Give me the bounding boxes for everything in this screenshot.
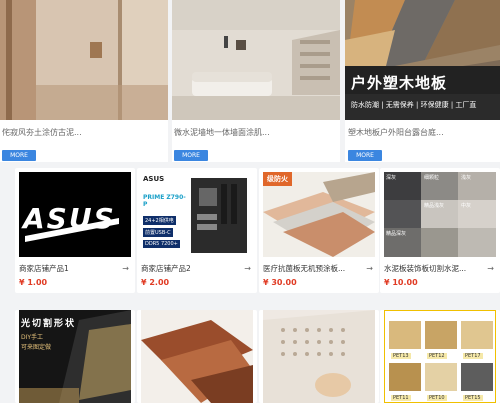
product-image[interactable] — [263, 310, 375, 403]
banner-subline: 可来图定做 — [21, 344, 52, 351]
product-price: ¥ 2.00 — [141, 278, 170, 287]
product-card-7[interactable] — [259, 310, 379, 403]
sample-label: PET10 — [427, 395, 447, 401]
sample-label: PET17 — [463, 353, 483, 359]
sample-label: PET15 — [463, 395, 483, 401]
product-card-wpc-decking[interactable]: 户外塑木地板 防水防潮 | 无需保养 | 环保健康 | 工厂直 塑木地板户外阳台… — [345, 0, 500, 162]
product-title[interactable]: 医疗抗菌板无机预涂板... — [263, 263, 363, 274]
product-image[interactable]: ASUS PRIME Z790-P 24+2相供电 前置USB-C DDR5 7… — [141, 172, 253, 257]
product-title[interactable]: 水泥板装饰板切割水泥... — [384, 263, 484, 274]
product-card-4[interactable]: 深灰 细颗粒 浅灰 精品浅灰 中灰 精品深灰 水泥板装饰板切割水泥... → ¥… — [380, 168, 500, 293]
product-image[interactable]: 光切割形状 DIY手工 可来图定做 — [19, 310, 131, 403]
product-title[interactable]: 商家店铺产品1 — [19, 263, 119, 274]
swatch-label: 精品浅灰 — [424, 203, 445, 209]
board-brand: ASUS — [143, 175, 165, 183]
product-card-rammed-earth[interactable]: 侘寂风夯土涂仿古泥... MORE — [0, 0, 168, 162]
product-card-6[interactable] — [137, 310, 257, 403]
banner-headline: 光切割形状 — [21, 319, 77, 329]
sample-label: PET13 — [391, 353, 411, 359]
product-price: ¥ 30.00 — [263, 278, 297, 287]
product-card-3[interactable]: 级防火 医疗抗菌板无机预涂板... → ¥ 30.00 — [259, 168, 379, 293]
banner-subline: 防水防潮 | 无需保养 | 环保健康 | 工厂直 — [351, 101, 477, 109]
board-tag: 24+2相供电 — [143, 216, 176, 225]
product-image[interactable]: 深灰 细颗粒 浅灰 精品浅灰 中灰 精品深灰 — [384, 172, 496, 257]
more-button[interactable]: MORE — [2, 150, 36, 161]
product-price: ¥ 10.00 — [384, 278, 418, 287]
swatch-label: 中灰 — [461, 203, 472, 209]
arrow-right-icon[interactable]: → — [487, 264, 494, 273]
product-price: ¥ 1.00 — [19, 278, 48, 287]
more-button[interactable]: MORE — [174, 150, 208, 161]
product-title[interactable]: 侘寂风夯土涂仿古泥... — [2, 127, 168, 138]
product-card-micro-cement[interactable]: 微水泥墙地一体墙面涂肌... MORE — [172, 0, 340, 162]
product-title[interactable]: 微水泥墙地一体墙面涂肌... — [174, 127, 340, 138]
arrow-right-icon[interactable]: → — [122, 264, 129, 273]
swatch-label: 细颗粒 — [424, 175, 440, 181]
swatch-label: 浅灰 — [461, 175, 472, 181]
product-image[interactable]: PET13 PET12 PET17 PET11 PET10 PET15 — [384, 310, 496, 403]
product-title[interactable]: 商家店铺产品2 — [141, 263, 241, 274]
sample-label: PET11 — [391, 395, 411, 401]
product-image[interactable]: 级防火 — [263, 172, 375, 257]
product-image[interactable]: 户外塑木地板 防水防潮 | 无需保养 | 环保健康 | 工厂直 — [345, 0, 500, 120]
product-card-5[interactable]: 光切割形状 DIY手工 可来图定做 — [15, 310, 135, 403]
product-image[interactable]: ASUS — [19, 172, 131, 257]
more-button[interactable]: MORE — [348, 150, 382, 161]
product-image[interactable] — [141, 310, 253, 403]
fireproof-badge: 级防火 — [263, 172, 292, 186]
asus-logo: ASUS — [23, 202, 116, 235]
product-title[interactable]: 塑木地板户外阳台露台庭... — [348, 127, 500, 138]
product-card-2[interactable]: ASUS PRIME Z790-P 24+2相供电 前置USB-C DDR5 7… — [137, 168, 257, 293]
sample-label: PET12 — [427, 353, 447, 359]
product-image[interactable] — [172, 0, 340, 120]
banner-headline: 户外塑木地板 — [351, 74, 448, 92]
swatch-label: 深灰 — [386, 175, 397, 181]
product-card-1[interactable]: ASUS 商家店铺产品1 → ¥ 1.00 — [15, 168, 135, 293]
board-tag: 前置USB-C — [143, 228, 173, 237]
arrow-right-icon[interactable]: → — [244, 264, 251, 273]
product-card-8[interactable]: PET13 PET12 PET17 PET11 PET10 PET15 — [380, 310, 500, 403]
product-image[interactable] — [0, 0, 168, 120]
swatch-label: 精品深灰 — [386, 231, 407, 237]
board-model: PRIME Z790-P — [143, 194, 186, 208]
arrow-right-icon[interactable]: → — [366, 264, 373, 273]
banner-subline: DIY手工 — [21, 334, 44, 341]
board-tag: DDR5 7200+ — [143, 240, 180, 248]
